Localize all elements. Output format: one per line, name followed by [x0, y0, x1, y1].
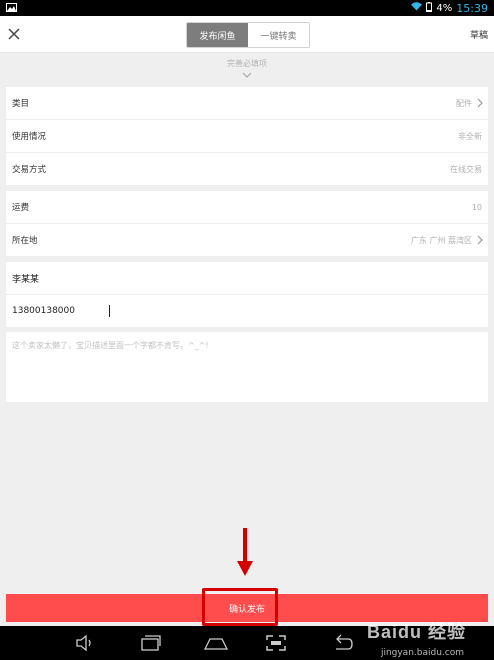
chevron-down-icon	[242, 72, 252, 78]
watermark-url: jingyan.baidu.com	[380, 648, 464, 658]
screenshot-icon[interactable]	[265, 633, 287, 653]
description-textarea[interactable]: 这个卖家太懒了，宝贝描述里面一个字都不肯写。^_^!	[6, 332, 488, 402]
shipping-fee-row[interactable]: 运费 10	[6, 191, 488, 224]
system-nav-bar: Baidu 经验 jingyan.baidu.com	[0, 622, 494, 660]
chevron-right-icon	[477, 98, 483, 108]
app-header: 发布闲鱼 一键转卖 草稿	[0, 16, 494, 53]
home-icon[interactable]	[203, 633, 229, 653]
contact-phone-field[interactable]: 13800138000	[6, 295, 488, 327]
contact-phone: 13800138000	[12, 306, 75, 316]
battery-icon	[426, 1, 433, 15]
status-bar: 4% 15:39	[0, 0, 494, 16]
item-details-card: 类目 配件 使用情况 非全新 交易方式 在线交易	[6, 87, 488, 185]
category-row[interactable]: 类目 配件	[6, 87, 488, 120]
image-icon	[0, 2, 17, 15]
battery-percent: 4%	[436, 2, 453, 14]
clock: 15:39	[456, 1, 488, 15]
trade-method-label: 交易方式	[12, 165, 47, 175]
condition-label: 使用情况	[12, 132, 47, 142]
publish-tabs: 发布闲鱼 一键转卖	[186, 22, 310, 48]
required-fields-hint: 完善必填项	[227, 59, 267, 68]
category-value: 配件	[456, 98, 472, 108]
contact-card: 李某某 13800138000	[6, 262, 488, 327]
wifi-icon	[411, 2, 423, 14]
category-label: 类目	[12, 99, 30, 109]
shipping-fee-label: 运费	[12, 203, 30, 213]
location-value: 广东 广州 荔湾区	[410, 235, 472, 245]
drafts-button[interactable]: 草稿	[470, 28, 488, 41]
condition-row[interactable]: 使用情况 非全新	[6, 120, 488, 153]
text-cursor	[109, 305, 110, 317]
location-label: 所在地	[12, 236, 38, 246]
location-row[interactable]: 所在地 广东 广州 荔湾区	[6, 224, 488, 256]
shipping-fee-value: 10	[471, 202, 482, 212]
chevron-right-icon	[477, 235, 483, 245]
tab-publish-xianyu[interactable]: 发布闲鱼	[187, 23, 248, 47]
back-icon[interactable]	[332, 633, 354, 653]
required-fields-toggle[interactable]: 完善必填项	[0, 54, 494, 84]
description-placeholder: 这个卖家太懒了，宝贝描述里面一个字都不肯写。^_^!	[12, 341, 209, 350]
baidu-jingyan-watermark: Baidu 经验	[366, 622, 466, 642]
recent-apps-icon[interactable]	[140, 633, 162, 653]
shipping-location-card: 运费 10 所在地 广东 广州 荔湾区	[6, 191, 488, 256]
contact-name: 李某某	[12, 274, 40, 285]
close-icon[interactable]	[6, 26, 22, 42]
trade-method-value: 在线交易	[450, 164, 482, 174]
trade-method-row[interactable]: 交易方式 在线交易	[6, 153, 488, 185]
tab-one-click-resell[interactable]: 一键转卖	[248, 23, 309, 47]
contact-name-field[interactable]: 李某某	[6, 262, 488, 295]
annotation-arrow	[237, 528, 253, 576]
condition-value: 非全新	[458, 131, 482, 141]
volume-icon[interactable]	[73, 633, 95, 653]
